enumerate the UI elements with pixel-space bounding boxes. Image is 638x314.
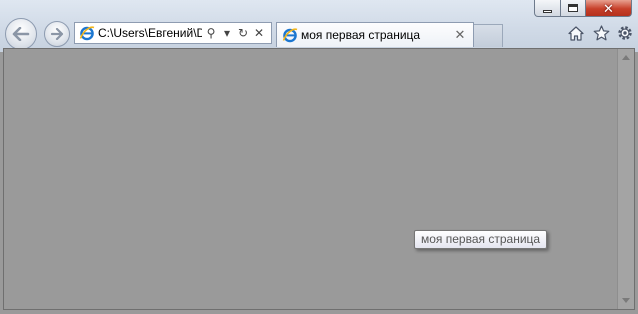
address-bar[interactable]: C:\Users\Евгений\D ⚲ ▾ ↻ ✕ — [74, 22, 272, 44]
back-button[interactable] — [5, 18, 37, 50]
new-tab-button[interactable] — [474, 24, 503, 47]
search-icon[interactable]: ⚲ — [204, 25, 218, 41]
maximize-button[interactable] — [561, 0, 586, 17]
tools-gear-icon — [618, 26, 632, 40]
scroll-down-button[interactable] — [618, 292, 634, 309]
back-arrow-icon — [12, 27, 30, 41]
browser-chrome: ✕ C:\Users\Евгений\D ⚲ ▾ ↻ ✕ моя первая … — [0, 0, 638, 52]
minimize-button[interactable] — [534, 0, 561, 17]
vertical-scrollbar[interactable] — [617, 49, 634, 309]
maximize-icon — [568, 4, 578, 12]
tab-tooltip: моя первая страница — [414, 230, 548, 249]
stop-icon[interactable]: ✕ — [252, 25, 266, 41]
window-controls: ✕ — [534, 0, 632, 17]
tools-button[interactable] — [616, 24, 634, 42]
refresh-icon[interactable]: ↻ — [236, 25, 250, 41]
close-tab-icon[interactable]: ✕ — [452, 27, 468, 43]
favorites-button[interactable] — [592, 24, 610, 42]
close-window-button[interactable]: ✕ — [586, 0, 632, 17]
home-button[interactable] — [567, 24, 585, 42]
close-icon: ✕ — [603, 0, 614, 16]
ie-tab-icon — [282, 28, 298, 43]
forward-arrow-icon — [50, 28, 64, 40]
page-content-area[interactable] — [3, 48, 635, 310]
home-icon — [568, 25, 584, 41]
forward-button[interactable] — [44, 21, 70, 47]
tab-title: моя первая страница — [301, 28, 421, 42]
scroll-up-button[interactable] — [618, 49, 634, 66]
chevron-up-icon — [622, 55, 630, 60]
address-input[interactable]: C:\Users\Евгений\D — [98, 26, 202, 40]
chevron-down-icon[interactable]: ▾ — [220, 25, 234, 41]
minimize-icon — [543, 9, 552, 13]
ie-page-icon — [79, 26, 95, 41]
favorites-star-icon — [593, 25, 609, 41]
tab-active[interactable]: моя первая страница ✕ — [276, 22, 474, 47]
chevron-down-icon — [622, 298, 630, 303]
